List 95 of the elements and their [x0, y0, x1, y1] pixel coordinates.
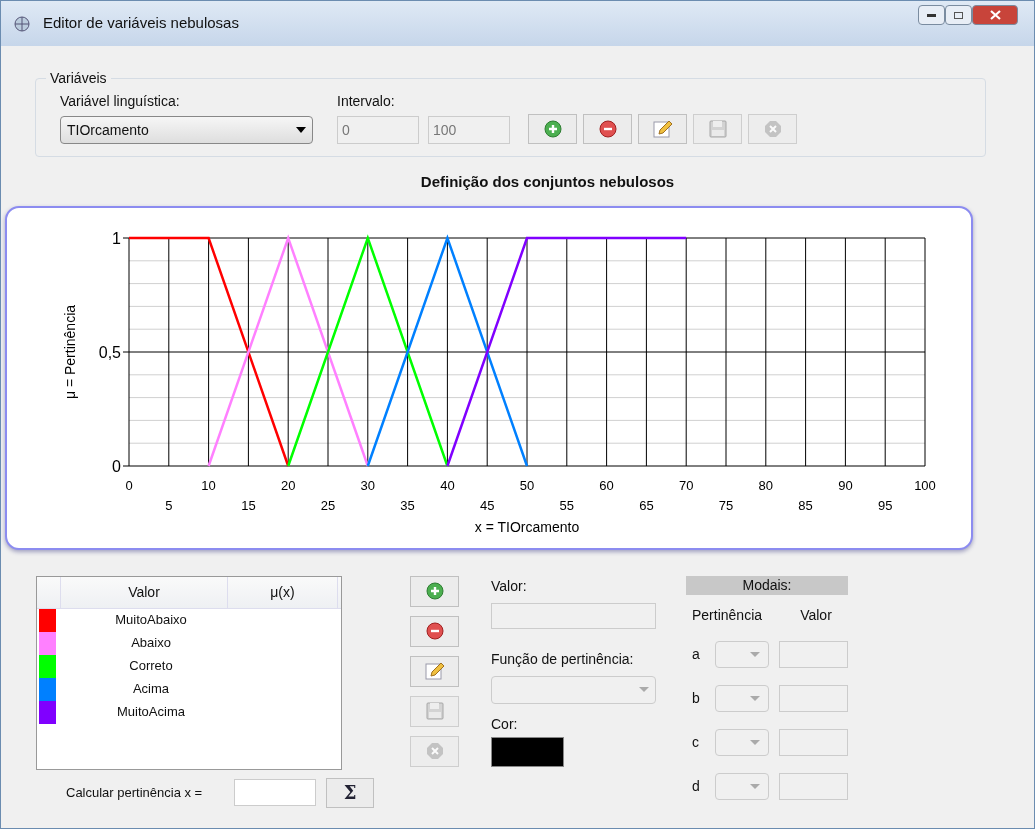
function-dropdown[interactable] [491, 675, 656, 704]
tick-label: 75 [718, 497, 734, 513]
tick-label: 15 [241, 497, 256, 513]
table-cell-text: MuitoAbaixo [114, 611, 188, 630]
tick-label: 5 [165, 497, 173, 513]
calc-label: Calcular pertinência x = [66, 783, 204, 802]
table-row[interactable]: MuitoAbaixo [37, 608, 341, 632]
table-row[interactable]: Abaixo [37, 631, 341, 655]
field-label: Função de pertinência: [491, 649, 635, 669]
tick-label: 50 [519, 477, 535, 493]
tick-label: 0 [125, 477, 133, 493]
field-label: Variável linguística: [60, 92, 181, 111]
caret-icon [750, 651, 760, 657]
modal-value-field[interactable] [779, 728, 848, 756]
table-cell-text: Acima [131, 680, 171, 699]
tick-label: 25 [320, 497, 336, 513]
maximize-button[interactable] [945, 5, 972, 25]
modal-value-field[interactable] [779, 772, 848, 800]
table-row[interactable]: MuitoAcima [37, 700, 341, 724]
caret-icon [750, 783, 760, 789]
interval-min-field[interactable]: 0 [337, 116, 419, 144]
tick-label: 85 [798, 497, 813, 513]
minus-icon [425, 622, 444, 640]
tick-label: 90 [838, 477, 853, 493]
caret-icon [750, 739, 760, 745]
membership-dropdown[interactable] [715, 640, 769, 668]
column-header: μ(x) [228, 576, 338, 608]
edit-button[interactable] [638, 114, 687, 144]
field-label: Valor: [491, 576, 528, 596]
caret-icon [639, 687, 649, 692]
chart-title: Definição dos conjuntos nebulosos [419, 172, 676, 192]
tick-label: 55 [559, 497, 575, 513]
variable-dropdown[interactable]: TIOrcamento [60, 116, 313, 144]
pencil-icon [424, 661, 445, 681]
table-cell-text: Abaixo [130, 634, 172, 653]
modal-value-field[interactable] [779, 684, 848, 712]
caret-icon [296, 127, 306, 133]
table-cell-text: MuitoAcima [116, 703, 186, 722]
field-label: Cor: [491, 714, 519, 734]
remove-button[interactable] [410, 615, 459, 647]
tick-label: 65 [639, 497, 654, 513]
value-field[interactable] [491, 602, 656, 629]
column-header: Valor [799, 605, 833, 625]
x-input-field[interactable] [234, 779, 316, 806]
column-header: Pertinência [692, 605, 764, 625]
row-label: c [691, 732, 700, 752]
edit-button[interactable] [410, 655, 459, 687]
table-row[interactable]: Correto [37, 654, 341, 678]
tick-label: 45 [479, 497, 495, 513]
tick-label: 10 [201, 477, 216, 493]
membership-dropdown[interactable] [715, 772, 769, 800]
tick-label: 70 [678, 477, 694, 493]
tick-label: 95 [877, 497, 893, 513]
row-label: a [691, 644, 701, 664]
column-header: Valor [60, 576, 228, 608]
close-icon [763, 120, 782, 138]
add-button[interactable] [528, 114, 577, 144]
calculate-button[interactable]: Σ [326, 777, 374, 808]
tick-label: 100 [914, 477, 936, 493]
plus-icon [425, 582, 444, 600]
tick-label: 60 [599, 477, 614, 493]
tick-label: 35 [400, 497, 415, 513]
tick-label: 1 [112, 229, 121, 247]
row-label: b [691, 688, 701, 708]
tick-label: 20 [280, 477, 296, 493]
table-cell-text: Correto [128, 657, 174, 676]
tick-label: 80 [758, 477, 774, 493]
remove-button[interactable] [583, 114, 632, 144]
membership-dropdown[interactable] [715, 728, 769, 756]
tick-label: 0 [112, 457, 121, 475]
modal-value-field[interactable] [779, 640, 848, 668]
minimize-button[interactable] [918, 5, 945, 25]
close-icon [989, 10, 1001, 20]
tick-label: 0,5 [98, 343, 121, 361]
pencil-icon [652, 119, 673, 139]
modals-header: Modais: [686, 575, 848, 595]
add-button[interactable] [410, 575, 459, 607]
tick-label: 30 [360, 477, 376, 493]
minus-icon [598, 120, 617, 138]
row-label: d [691, 776, 701, 796]
axis-title: μ = Pertinência [62, 304, 78, 399]
color-swatch[interactable] [491, 736, 564, 767]
table-row[interactable]: Acima [37, 677, 341, 701]
interval-max-field[interactable]: 100 [428, 116, 510, 144]
axis-title: x = TIOrcamento [474, 518, 580, 535]
close-button[interactable] [972, 5, 1018, 25]
tick-label: 40 [440, 477, 455, 493]
field-label: Intervalo: [337, 92, 396, 111]
caret-icon [750, 695, 760, 701]
group-title: Variáveis [49, 69, 108, 88]
app-icon [13, 14, 31, 33]
close-icon [425, 742, 444, 760]
plus-icon [543, 120, 562, 138]
window-title: Editor de variáveis nebulosas [43, 13, 239, 34]
membership-dropdown[interactable] [715, 684, 769, 712]
